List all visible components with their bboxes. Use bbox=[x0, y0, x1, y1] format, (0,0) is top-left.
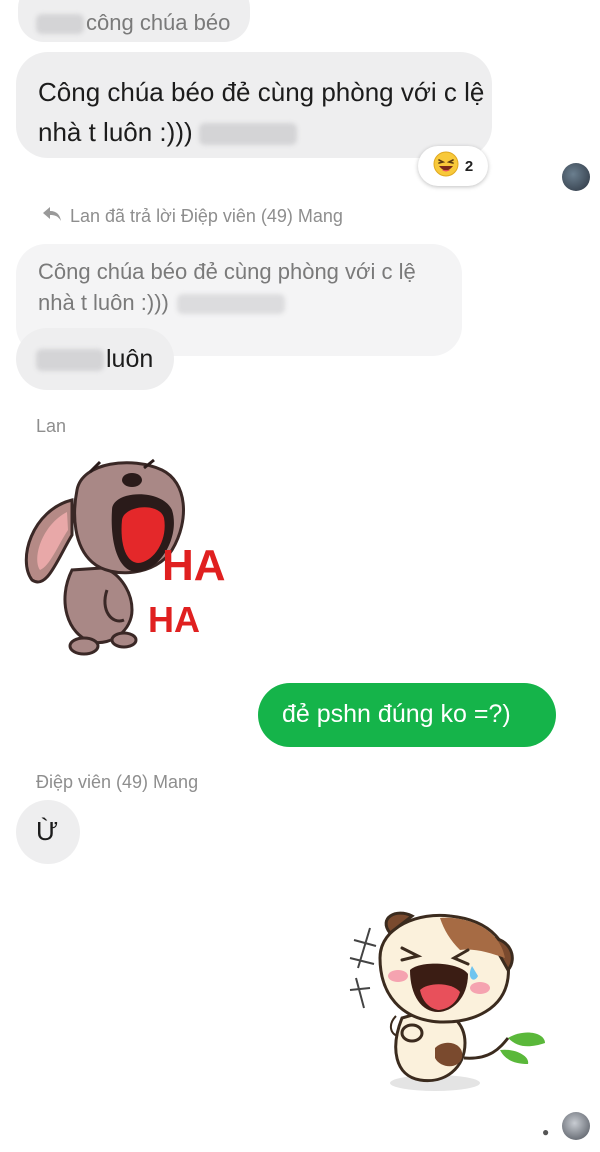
reply-header: Lan đã trả lời Điệp viên (49) Mang bbox=[42, 206, 343, 227]
sticker-text: HA bbox=[148, 599, 200, 640]
reaction-count: 2 bbox=[464, 157, 474, 175]
reply-arrow-icon bbox=[42, 206, 62, 227]
avatar[interactable] bbox=[562, 163, 590, 191]
reply-header-text: Lan đã trả lời Điệp viên (49) Mang bbox=[70, 206, 343, 226]
blurred-text bbox=[176, 294, 285, 315]
blurred-text bbox=[198, 123, 297, 146]
sender-name: Điệp viên (49) Mang bbox=[36, 772, 199, 792]
message-text: Ừ bbox=[36, 816, 59, 846]
sender-name: Lan bbox=[36, 416, 67, 436]
message-text: luôn bbox=[36, 345, 153, 374]
blurred-text bbox=[36, 349, 104, 372]
laughing-dog-sticker[interactable]: HA HA bbox=[12, 450, 242, 660]
seen-indicator-icon: ● bbox=[542, 1125, 550, 1139]
sticker-text: HA bbox=[162, 541, 226, 590]
blurred-name bbox=[36, 14, 84, 35]
avatar[interactable] bbox=[562, 1112, 590, 1140]
reaction-badge[interactable]: 2 bbox=[418, 146, 488, 186]
my-message-text: đẻ pshn đúng ko =?) bbox=[282, 700, 511, 728]
laughing-puppy-sticker[interactable] bbox=[340, 898, 550, 1098]
quoted-message-text: Công chúa béo đẻ cùng phòng với c lệ nhà… bbox=[38, 259, 416, 315]
laughing-emoji-icon bbox=[433, 151, 459, 182]
partial-message-text: công chúa béo bbox=[36, 10, 230, 36]
message-text: Công chúa béo đẻ cùng phòng với c lệ nhà… bbox=[38, 77, 485, 147]
